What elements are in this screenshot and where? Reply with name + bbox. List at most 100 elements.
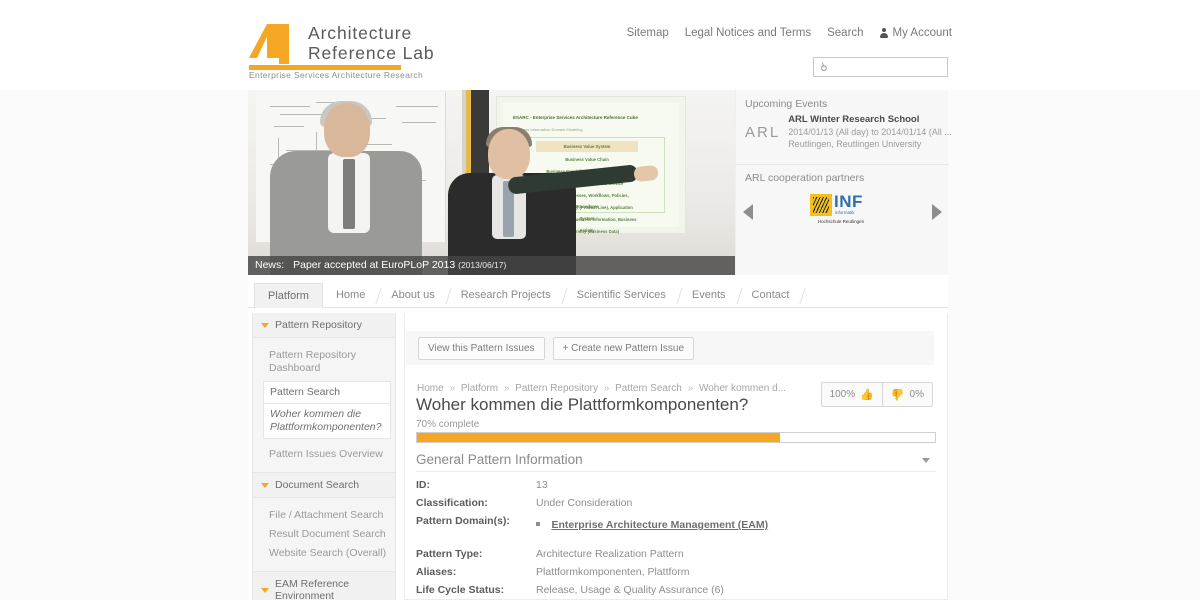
row-label: Pattern Domain(s): [416,515,510,527]
logo-line-2: Reference Lab [308,43,435,63]
page-root: Architecture Reference Lab Enterprise Se… [0,0,1200,600]
event-location: Reutlingen, Reutlingen University [788,139,922,149]
hero-band: ESARC - Enterprise Services Architecture… [248,90,952,275]
sidebar-item-result-document-search[interactable]: Result Document Search [253,525,395,544]
partner-logo-sub: informatik [835,210,855,215]
event-badge: ARL [745,124,781,141]
event-item[interactable]: ARL ARL Winter Research School 2014/01/1… [745,114,952,150]
breadcrumb-item-platform[interactable]: Platform [461,383,498,394]
create-pattern-issue-button[interactable]: + Create new Pattern Issue [552,336,695,360]
breadcrumb-separator: » [687,383,694,394]
chevron-down-icon [261,587,269,593]
row-value: Plattformkomponenten, Plattform [536,566,690,578]
sidebar-item-pattern-issues-overview[interactable]: Pattern Issues Overview [253,445,395,464]
breadcrumb-item-pattern-search[interactable]: Pattern Search [615,383,682,394]
sidebar-item-pattern-repository-dashboard[interactable]: Pattern Repository Dashboard [253,346,395,378]
table-row: ID: 13 [416,476,936,494]
breadcrumb-separator: » [603,383,610,394]
breadcrumb-separator: » [449,383,456,394]
vote-up-button[interactable]: 100% 👍 [822,383,882,406]
section-title: General Pattern Information [416,452,583,467]
sidebar-item-file-attachment-search[interactable]: File / Attachment Search [253,506,395,525]
sidebar-item-current-pattern[interactable]: Woher kommen die Plattformkomponenten? [263,404,391,439]
row-value-link[interactable]: Enterprise Architecture Management (EAM) [551,519,768,531]
row-label: ID: [416,479,430,491]
vote-widget: 100% 👍 👍 0% [820,382,933,407]
sidebar-group-pattern-repository[interactable]: Pattern Repository [253,313,395,338]
sidebar-item-pattern-search[interactable]: Pattern Search [263,381,391,404]
progress-label: 70% complete [416,419,480,430]
tab-about-us[interactable]: About us [378,283,452,308]
tab-label: Home [335,289,366,301]
site-header: Architecture Reference Lab Enterprise Se… [0,0,1200,90]
topnav-item-my-account[interactable]: My Account [880,27,952,39]
left-sidebar: Pattern Repository Pattern Repository Da… [252,313,396,600]
section-header-general-pattern-information[interactable]: General Pattern Information [416,447,936,472]
hero-sidebar: Upcoming Events ARL ARL Winter Research … [735,90,952,275]
news-label: News: [255,259,285,271]
person-left [270,101,422,275]
general-pattern-information-table: ID: 13 Classification: Under Considerati… [416,476,936,599]
tab-label: Events [691,289,726,301]
partner-logo-inf[interactable]: INF informatik Hochschule Reutlingen [810,192,872,236]
sidebar-item-website-search[interactable]: Website Search (Overall) [253,544,395,563]
header-search-box[interactable]: ☌ [813,57,948,77]
partners-carousel: INF informatik Hochschule Reutlingen [736,190,949,240]
site-logo[interactable]: Architecture Reference Lab Enterprise Se… [249,23,549,80]
hero-photo: ESARC - Enterprise Services Architecture… [248,90,735,275]
news-ticker[interactable]: News: Paper accepted at EuroPLoP 2013 (2… [248,256,735,275]
chevron-down-icon[interactable] [922,458,930,463]
tab-label: Contact [751,289,790,301]
tab-events[interactable]: Events [679,283,743,308]
view-pattern-issues-button[interactable]: View this Pattern Issues [418,336,545,360]
progress-bar-fill [417,433,780,442]
tab-research-projects[interactable]: Research Projects [448,283,568,308]
sidebar-group-eam-reference-environment[interactable]: EAM Reference Environment [253,571,395,600]
topnav-item-my-account-label[interactable]: My Account [893,27,952,39]
table-row: Aliases: Plattformkomponenten, Plattform [416,563,936,581]
row-value: Release, Usage & Quality Assurance (6) [536,584,724,596]
vote-down-button[interactable]: 👍 0% [881,383,932,406]
row-label: Classification: [416,497,488,509]
carousel-next-icon[interactable] [932,204,942,220]
row-value: 13 [536,479,548,491]
vote-down-percent: 0% [909,389,924,400]
sidebar-group-document-search[interactable]: Document Search [253,472,395,498]
topnav-item-legal[interactable]: Legal Notices and Terms [685,27,811,39]
tab-contact[interactable]: Contact [739,283,807,308]
search-input[interactable] [827,60,938,74]
vote-up-percent: 100% [829,389,856,400]
news-text[interactable]: Paper accepted at EuroPLoP 2013 [293,259,455,271]
tab-platform[interactable]: Platform [254,283,323,308]
event-title[interactable]: ARL Winter Research School [788,114,952,126]
topnav-item-sitemap[interactable]: Sitemap [627,27,669,39]
chevron-down-icon [261,482,269,488]
breadcrumb-item-home[interactable]: Home [417,383,444,394]
partner-logo-name: INF [834,192,863,211]
logo-line-1: Architecture [308,23,413,43]
table-row: Life Cycle Status: Release, Usage & Qual… [416,581,936,599]
tab-home[interactable]: Home [323,283,382,308]
carousel-prev-icon[interactable] [743,204,753,220]
person-right [448,127,659,275]
partner-logo-mark [810,194,832,216]
row-value: Architecture Realization Pattern [536,548,684,560]
tab-scientific-services[interactable]: Scientific Services [564,283,683,308]
progress-bar [416,432,936,443]
partners-heading: ARL cooperation partners [745,172,865,184]
breadcrumb-separator: » [503,383,510,394]
arl-logo-mark [249,24,289,64]
topnav-item-search[interactable]: Search [827,27,863,39]
sidebar-group-label: Document Search [275,479,360,491]
row-label: Pattern Type: [416,548,483,560]
sidebar-links-pattern-repository: Pattern Repository Dashboard Pattern Sea… [253,338,395,472]
action-toolbar: View this Pattern Issues + Create new Pa… [406,331,934,365]
main-content: View this Pattern Issues + Create new Pa… [404,313,948,600]
thumbs-down-icon: 👍 [890,388,905,400]
thumbs-up-icon: 👍 [860,389,874,401]
tab-label: Platform [268,290,309,302]
event-date: 2014/01/13 (All day) to 2014/01/14 (All … [788,127,952,137]
breadcrumb-item-pattern-repository[interactable]: Pattern Repository [515,383,598,394]
breadcrumb: Home » Platform » Pattern Repository » P… [417,383,786,394]
breadcrumb-item-current: Woher kommen d... [698,383,787,394]
